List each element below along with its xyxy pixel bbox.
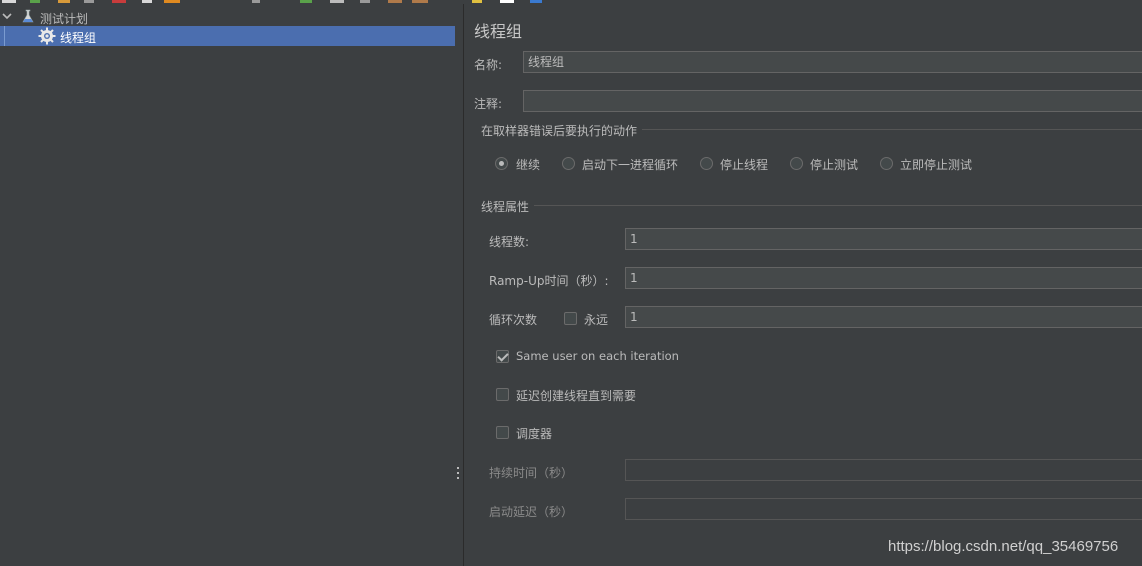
scheduler-label[interactable]: 调度器 xyxy=(516,425,552,442)
comment-label: 注释: xyxy=(474,97,503,111)
threads-label: 线程数: xyxy=(489,235,530,249)
toolbar-icon[interactable] xyxy=(30,0,40,3)
drag-handle-icon[interactable] xyxy=(457,467,460,481)
thread-group-panel: 线程组 名称: 线程组 注释: 在取样器错误后要执行的动作 继续 启动下一进程循… xyxy=(464,4,1142,566)
tree-node-thread-group[interactable]: 线程组 xyxy=(0,26,455,46)
rampup-label: Ramp-Up时间（秒）: xyxy=(489,274,609,288)
toolbar-icon[interactable] xyxy=(112,0,126,3)
toolbar-icon[interactable] xyxy=(2,0,16,3)
loop-label: 循环次数 xyxy=(489,313,538,327)
toolbar-icon[interactable] xyxy=(164,0,180,3)
radio-stop-test-now[interactable] xyxy=(880,157,893,170)
divider xyxy=(534,205,1142,206)
same-user-checkbox[interactable] xyxy=(496,350,509,363)
watermark: https://blog.csdn.net/qq_35469756 xyxy=(888,538,1119,555)
chevron-down-icon[interactable] xyxy=(2,11,12,21)
tree-guide-line xyxy=(4,26,5,46)
toolbar-icon[interactable] xyxy=(388,0,402,3)
radio-continue[interactable] xyxy=(495,157,508,170)
radio-label[interactable]: 立即停止测试 xyxy=(900,156,972,173)
name-label: 名称: xyxy=(474,58,503,72)
threads-field[interactable]: 1 xyxy=(625,228,1142,250)
gear-icon xyxy=(38,27,56,45)
scheduler-checkbox[interactable] xyxy=(496,426,509,439)
radio-label[interactable]: 启动下一进程循环 xyxy=(582,156,678,173)
delay-create-checkbox[interactable] xyxy=(496,388,509,401)
delay-create-label[interactable]: 延迟创建线程直到需要 xyxy=(516,387,636,404)
radio-label[interactable]: 继续 xyxy=(516,156,540,173)
duration-label: 持续时间（秒） xyxy=(489,466,574,480)
radio-start-next-loop[interactable] xyxy=(562,157,575,170)
toolbar-icon[interactable] xyxy=(142,0,152,3)
radio-stop-test[interactable] xyxy=(790,157,803,170)
toolbar-icon[interactable] xyxy=(84,0,94,3)
forever-checkbox[interactable] xyxy=(564,312,577,325)
tree-node-label: 线程组 xyxy=(60,31,97,45)
startup-delay-label: 启动延迟（秒） xyxy=(489,505,574,519)
rampup-field[interactable]: 1 xyxy=(625,267,1142,289)
toolbar-icon[interactable] xyxy=(360,0,370,3)
comment-field[interactable] xyxy=(523,90,1142,112)
duration-field[interactable] xyxy=(625,459,1142,481)
flask-icon xyxy=(21,9,35,24)
name-field[interactable]: 线程组 xyxy=(523,51,1142,73)
toolbar-icon[interactable] xyxy=(252,0,260,3)
forever-label[interactable]: 永远 xyxy=(584,311,608,328)
error-action-group-title: 在取样器错误后要执行的动作 xyxy=(481,124,638,138)
toolbar-icon[interactable] xyxy=(300,0,312,3)
radio-label[interactable]: 停止测试 xyxy=(810,156,858,173)
same-user-label[interactable]: Same user on each iteration xyxy=(516,349,679,363)
loop-field[interactable]: 1 xyxy=(625,306,1142,328)
toolbar-icon[interactable] xyxy=(412,0,428,3)
tree-node-label: 测试计划 xyxy=(40,12,89,26)
page-title: 线程组 xyxy=(474,22,523,41)
toolbar-icon[interactable] xyxy=(58,0,70,3)
divider xyxy=(642,129,1142,130)
test-plan-tree: 测试计划 线程组 xyxy=(0,4,455,566)
toolbar-icon[interactable] xyxy=(500,0,514,3)
splitter[interactable] xyxy=(455,4,463,566)
thread-props-group-title: 线程属性 xyxy=(481,200,530,214)
toolbar-icon[interactable] xyxy=(330,0,344,3)
startup-delay-field[interactable] xyxy=(625,498,1142,520)
radio-label[interactable]: 停止线程 xyxy=(720,156,768,173)
toolbar-icon[interactable] xyxy=(472,0,482,3)
radio-stop-thread[interactable] xyxy=(700,157,713,170)
tree-node-test-plan[interactable]: 测试计划 xyxy=(0,7,455,27)
toolbar-icon[interactable] xyxy=(530,0,542,3)
